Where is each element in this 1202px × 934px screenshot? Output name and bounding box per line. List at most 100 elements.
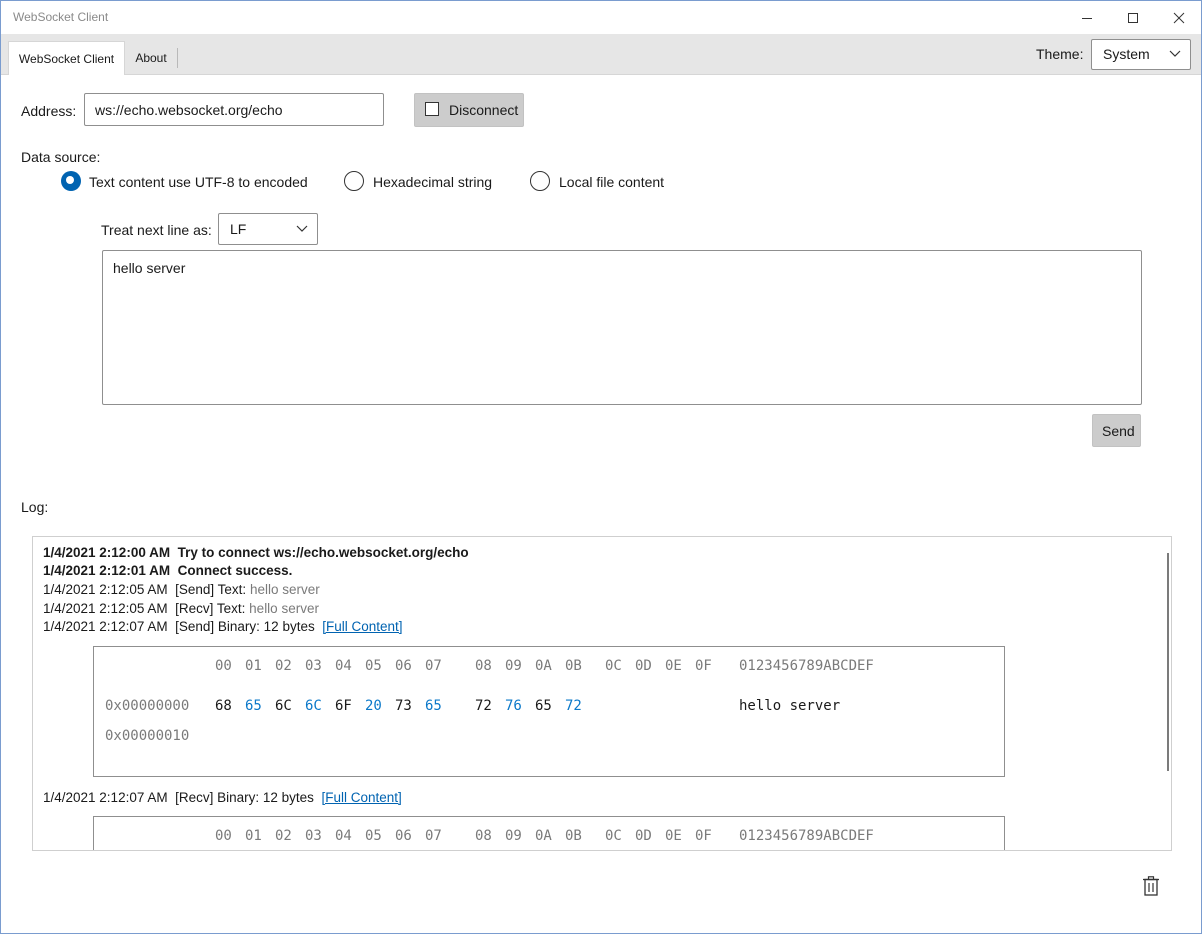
address-input-value: ws://echo.websocket.org/echo xyxy=(95,102,283,118)
log-time: 1/4/2021 2:12:01 AM xyxy=(43,563,171,578)
hex-byte: 68 xyxy=(215,698,232,714)
hex-column-header: 04 xyxy=(335,658,352,674)
hex-view: 00 01 02 03 04 05 06 07 08 09 0A 0B 0C 0D 0E 0F 01234567… xyxy=(93,816,1005,850)
maximize-button[interactable] xyxy=(1110,1,1156,34)
hex-column-header: 03 xyxy=(305,658,322,674)
hex-column-header: 02 xyxy=(275,828,292,844)
hex-column-header: 07 xyxy=(425,828,442,844)
hex-column-header: 0D xyxy=(635,658,652,674)
log-text: [Recv] Text: xyxy=(175,601,246,616)
hex-offset: 0x00000010 xyxy=(105,728,190,744)
hex-byte: 73 xyxy=(395,698,412,714)
hex-column-header: 00 xyxy=(215,658,232,674)
theme-label: Theme: xyxy=(1036,46,1084,62)
close-button[interactable] xyxy=(1156,1,1201,34)
next-line-label: Treat next line as: xyxy=(101,222,212,238)
hex-column-header: 06 xyxy=(395,828,412,844)
hex-column-header: 03 xyxy=(305,828,322,844)
log-time: 1/4/2021 2:12:05 AM xyxy=(43,601,168,616)
log-value: hello server xyxy=(249,601,319,616)
radio-text-utf8[interactable] xyxy=(61,171,81,191)
hex-column-header: 0F xyxy=(695,658,712,674)
hex-column-header: 0C xyxy=(605,658,622,674)
hex-column-header: 01 xyxy=(245,828,262,844)
log-time: 1/4/2021 2:12:07 AM xyxy=(43,619,168,634)
data-source-label: Data source: xyxy=(21,149,101,165)
trash-icon xyxy=(1143,876,1159,896)
hex-column-header: 0E xyxy=(665,658,682,674)
hex-byte: 76 xyxy=(505,698,522,714)
checkbox-icon xyxy=(425,102,439,116)
radio-local-file[interactable] xyxy=(530,171,550,191)
hex-column-header: 0A xyxy=(535,658,552,674)
log-entry: 1/4/2021 2:12:07 AM [Send] Binary: 12 by… xyxy=(43,619,403,634)
hex-ascii-header: 0123456789ABCDEF xyxy=(739,828,874,844)
radio-local-file-label[interactable]: Local file content xyxy=(559,174,664,190)
log-scrollbar[interactable] xyxy=(1167,553,1169,771)
log-time: 1/4/2021 2:12:05 AM xyxy=(43,582,168,597)
next-line-select[interactable]: LF xyxy=(218,213,318,245)
hex-byte: 65 xyxy=(535,698,552,714)
message-text: hello server xyxy=(113,260,186,276)
hex-column-header: 07 xyxy=(425,658,442,674)
hex-view: 00 01 02 03 04 05 06 07 08 09 0A 0B 0C 0D 0E 0F 01234567… xyxy=(93,646,1005,777)
hex-column-header: 0C xyxy=(605,828,622,844)
hex-byte: 6C xyxy=(275,698,292,714)
hex-column-header: 06 xyxy=(395,658,412,674)
hex-column-header: 08 xyxy=(475,828,492,844)
tab-bar: WebSocket Client About Theme: System xyxy=(1,34,1201,75)
hex-column-header: 05 xyxy=(365,828,382,844)
clear-log-button[interactable] xyxy=(1142,876,1160,899)
address-input[interactable]: ws://echo.websocket.org/echo xyxy=(84,93,384,126)
chevron-down-icon xyxy=(296,225,308,232)
hex-column-header: 09 xyxy=(505,658,522,674)
log-time: 1/4/2021 2:12:07 AM xyxy=(43,790,168,805)
tab-divider xyxy=(177,48,178,68)
hex-column-header: 01 xyxy=(245,658,262,674)
log-panel[interactable]: 1/4/2021 2:12:00 AM Try to connect ws://… xyxy=(32,536,1172,851)
minimize-button[interactable] xyxy=(1064,1,1110,34)
radio-hex-string[interactable] xyxy=(344,171,364,191)
hex-column-header: 0E xyxy=(665,828,682,844)
tab-about[interactable]: About xyxy=(127,41,175,74)
hex-column-header: 05 xyxy=(365,658,382,674)
full-content-link[interactable]: [Full Content] xyxy=(322,619,402,634)
log-label: Log: xyxy=(21,499,49,515)
message-textarea[interactable]: hello server xyxy=(102,250,1142,405)
radio-hex-string-label[interactable]: Hexadecimal string xyxy=(373,174,492,190)
disconnect-button-label: Disconnect xyxy=(449,102,519,118)
log-value: hello server xyxy=(249,582,320,597)
address-label: Address: xyxy=(21,103,77,119)
hex-byte: 65 xyxy=(425,698,442,714)
title-bar: WebSocket Client xyxy=(1,1,1201,35)
full-content-link[interactable]: [Full Content] xyxy=(321,790,401,805)
hex-column-header: 02 xyxy=(275,658,292,674)
log-time: 1/4/2021 2:12:00 AM xyxy=(43,545,171,560)
hex-byte: 72 xyxy=(475,698,492,714)
disconnect-button[interactable]: Disconnect xyxy=(414,93,524,127)
log-entry: 1/4/2021 2:12:07 AM [Recv] Binary: 12 by… xyxy=(43,790,402,805)
log-entry: 1/4/2021 2:12:05 AM [Send] Text: hello s… xyxy=(43,582,320,597)
send-button-label: Send xyxy=(1102,423,1135,439)
hex-column-header: 0B xyxy=(565,658,582,674)
hex-column-header: 0F xyxy=(695,828,712,844)
hex-ascii: hello server xyxy=(739,698,841,714)
close-icon xyxy=(1173,12,1185,23)
maximize-icon xyxy=(1128,12,1138,23)
log-text: Try to connect ws://echo.websocket.org/e… xyxy=(177,545,469,560)
log-entry: 1/4/2021 2:12:01 AM Connect success. xyxy=(43,563,292,578)
log-text: [Send] Text: xyxy=(175,582,247,597)
log-text: [Send] Binary: 12 bytes xyxy=(175,619,315,634)
hex-column-header: 09 xyxy=(505,828,522,844)
hex-byte: 65 xyxy=(245,698,262,714)
hex-column-header: 0D xyxy=(635,828,652,844)
tab-websocket-client[interactable]: WebSocket Client xyxy=(8,41,125,75)
send-button[interactable]: Send xyxy=(1092,414,1141,447)
radio-text-utf8-label[interactable]: Text content use UTF-8 to encoded xyxy=(89,174,308,190)
theme-select[interactable]: System xyxy=(1091,39,1191,70)
log-entry: 1/4/2021 2:12:00 AM Try to connect ws://… xyxy=(43,545,469,560)
hex-offset: 0x00000000 xyxy=(105,698,190,714)
theme-select-value: System xyxy=(1103,46,1150,62)
hex-byte: 72 xyxy=(565,698,582,714)
log-text: [Recv] Binary: 12 bytes xyxy=(175,790,314,805)
